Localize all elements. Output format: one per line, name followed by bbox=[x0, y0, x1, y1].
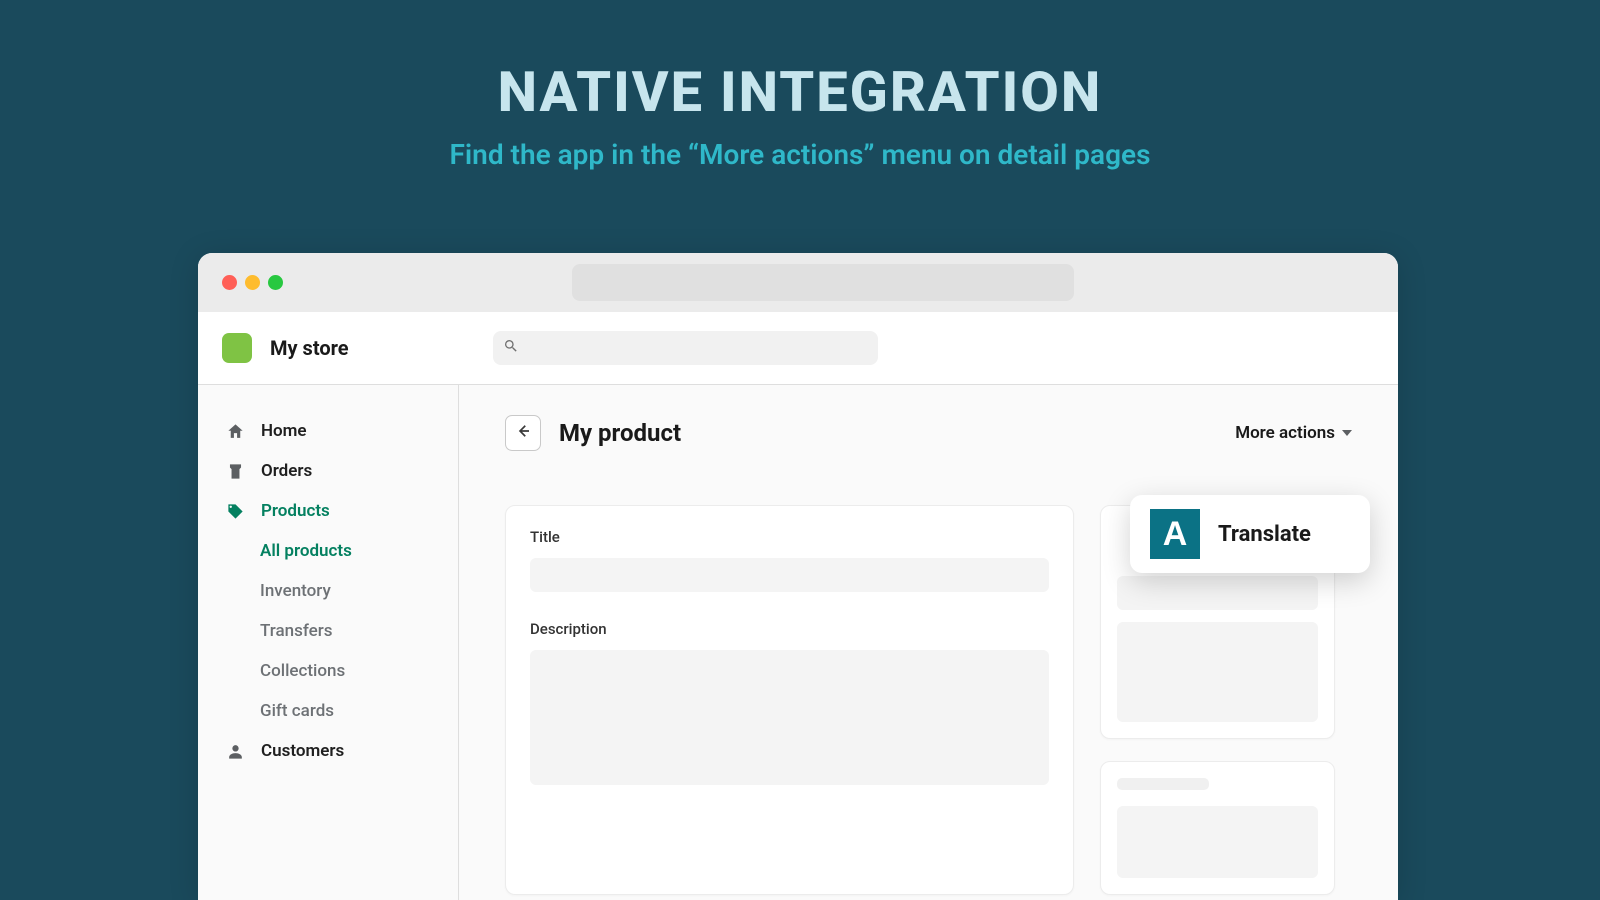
app-icon-letter: A bbox=[1163, 517, 1188, 551]
skeleton-line bbox=[1117, 778, 1209, 790]
hero-subtitle: Find the app in the “More actions” menu … bbox=[0, 138, 1600, 171]
sidebar-item-home[interactable]: Home bbox=[198, 411, 458, 451]
sidebar-sub-inventory[interactable]: Inventory bbox=[198, 571, 458, 611]
search-input[interactable] bbox=[493, 331, 878, 365]
app-topbar: My store bbox=[198, 312, 1398, 385]
title-input[interactable] bbox=[530, 558, 1049, 592]
sidebar: Home Orders Products All products Invent… bbox=[198, 385, 459, 900]
skeleton-block bbox=[1117, 576, 1318, 610]
side-card-2 bbox=[1100, 761, 1335, 895]
translate-app-icon: A bbox=[1150, 509, 1200, 559]
more-actions-popover: A Translate bbox=[1130, 495, 1370, 573]
main-content: My product More actions Title Descriptio… bbox=[459, 385, 1398, 900]
back-button[interactable] bbox=[505, 415, 541, 451]
skeleton-block bbox=[1117, 622, 1318, 722]
sidebar-item-label: Customers bbox=[261, 741, 344, 761]
more-actions-button[interactable]: More actions bbox=[1235, 423, 1352, 443]
app-body: Home Orders Products All products Invent… bbox=[198, 385, 1398, 900]
description-field-label: Description bbox=[530, 620, 1049, 638]
sidebar-item-products[interactable]: Products bbox=[198, 491, 458, 531]
arrow-left-icon bbox=[514, 422, 532, 444]
hero-title: NATIVE INTEGRATION bbox=[0, 62, 1600, 124]
sidebar-item-label: Orders bbox=[261, 461, 312, 481]
sidebar-sub-all-products[interactable]: All products bbox=[198, 531, 458, 571]
sidebar-item-customers[interactable]: Customers bbox=[198, 731, 458, 771]
person-icon bbox=[226, 742, 245, 761]
title-field-label: Title bbox=[530, 528, 1049, 546]
skeleton-block bbox=[1117, 806, 1318, 878]
orders-icon bbox=[226, 462, 245, 481]
url-bar[interactable] bbox=[572, 264, 1074, 301]
window-minimize-icon[interactable] bbox=[245, 275, 260, 290]
sidebar-sub-transfers[interactable]: Transfers bbox=[198, 611, 458, 651]
store-name: My store bbox=[270, 336, 349, 360]
window-fullscreen-icon[interactable] bbox=[268, 275, 283, 290]
sidebar-sub-collections[interactable]: Collections bbox=[198, 651, 458, 691]
sidebar-item-label: Home bbox=[261, 421, 307, 441]
browser-chrome bbox=[198, 253, 1398, 312]
search-icon bbox=[503, 338, 519, 358]
traffic-lights bbox=[222, 275, 283, 290]
side-column: A Translate bbox=[1100, 505, 1335, 895]
window-close-icon[interactable] bbox=[222, 275, 237, 290]
home-icon bbox=[226, 422, 245, 441]
translate-menu-item[interactable]: Translate bbox=[1218, 522, 1311, 547]
chevron-down-icon bbox=[1342, 430, 1352, 436]
sidebar-sub-gift-cards[interactable]: Gift cards bbox=[198, 691, 458, 731]
tag-icon bbox=[226, 502, 245, 521]
page-header: My product More actions bbox=[505, 415, 1352, 451]
hero-banner: NATIVE INTEGRATION Find the app in the “… bbox=[0, 0, 1600, 171]
page-title: My product bbox=[559, 419, 681, 447]
sidebar-item-orders[interactable]: Orders bbox=[198, 451, 458, 491]
store-logo[interactable] bbox=[222, 333, 252, 363]
product-form-card: Title Description bbox=[505, 505, 1074, 895]
more-actions-label: More actions bbox=[1235, 423, 1335, 443]
sidebar-item-label: Products bbox=[261, 501, 330, 521]
browser-window: My store Home Orders Products All produc… bbox=[198, 253, 1398, 900]
description-input[interactable] bbox=[530, 650, 1049, 785]
